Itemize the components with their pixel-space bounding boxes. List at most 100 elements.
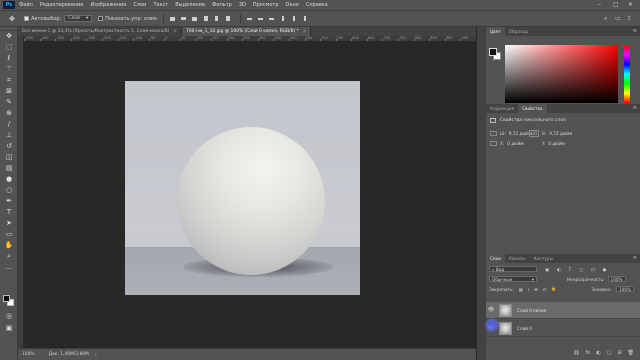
status-menu-arrow[interactable]: › [95,352,97,358]
lock-pixels-icon[interactable]: ∕ [528,287,529,292]
tab-document-1[interactable]: Без имени-1 @ 33,3% (Яркость/Контрастнос… [18,27,183,36]
more-tools-icon[interactable]: … [0,262,18,273]
align-top-icon[interactable] [169,15,176,22]
panel-menu-icon[interactable]: ≡ [633,255,637,261]
menu-select[interactable]: Выделение [175,2,205,8]
eyedropper-tool-icon[interactable]: ✎ [0,97,18,108]
magic-wand-tool-icon[interactable]: ⚚ [0,64,18,75]
link-dimensions-button[interactable]: GO [529,130,540,137]
menu-help[interactable]: Справка [306,2,328,8]
width-field[interactable]: Ш: 9,72 дюйм [490,131,532,136]
pen-tool-icon[interactable]: ✒ [0,196,18,207]
filter-smart-icon[interactable]: ⊡ [591,267,595,272]
menu-window[interactable]: Окно [286,2,299,8]
color-picker-field[interactable] [505,45,618,103]
layer-row-copy[interactable]: 👁 Слой 0 копия [486,302,640,319]
link-layers-icon[interactable]: ⛓ [573,350,579,356]
align-vcenter-icon[interactable] [180,15,187,22]
path-selection-tool-icon[interactable]: ➤ [0,218,18,229]
align-left-icon[interactable] [202,15,209,22]
hue-slider[interactable] [624,45,630,103]
close-window-button[interactable]: ✕ [628,1,633,8]
dodge-tool-icon[interactable]: ○ [0,185,18,196]
tab-swatches[interactable]: Образцы [505,27,533,36]
show-transform-checkbox[interactable] [98,16,104,21]
move-tool-icon[interactable]: ✥ [6,13,18,24]
new-group-icon[interactable]: ▢ [607,350,612,356]
canvas-area[interactable] [24,43,476,348]
brush-tool-icon[interactable]: ∕ [0,119,18,130]
blend-mode-dropdown[interactable]: Обычные ▾ [489,276,537,282]
y-field[interactable]: Y: 0 дюйм [542,141,565,146]
menu-image[interactable]: Изображение [90,2,126,8]
distribute-bottom-icon[interactable] [268,15,275,22]
menu-3d[interactable]: 3D [239,2,246,8]
eraser-tool-icon[interactable]: ◫ [0,152,18,163]
clone-stamp-tool-icon[interactable]: ⊥ [0,130,18,141]
autoselect-checkbox[interactable] [24,16,29,21]
menu-type[interactable]: Текст [153,2,168,8]
type-tool-icon[interactable]: T [0,207,18,218]
hand-tool-icon[interactable]: ✋ [0,240,18,251]
menu-edit[interactable]: Редактирование [40,2,84,8]
lock-position-icon[interactable]: ✥ [534,287,538,292]
zoom-level[interactable]: 100% [22,352,35,357]
healing-brush-tool-icon[interactable]: ⊕ [0,108,18,119]
filter-adjustment-icon[interactable]: ◐ [557,267,561,272]
distribute-right-icon[interactable] [301,15,308,22]
search-icon[interactable]: ⌕ [604,15,607,23]
rectangle-tool-icon[interactable]: ▭ [0,229,18,240]
layer-row-base[interactable]: 👁 Слой 0 [486,320,640,337]
foreground-color-swatch[interactable] [3,295,10,302]
screen-mode-icon[interactable]: ▣ [0,323,18,334]
distribute-top-icon[interactable] [246,15,253,22]
fx-icon[interactable]: fx [586,350,591,356]
maximize-button[interactable]: □ [613,1,619,8]
workspace-icon[interactable]: ▭ [615,15,621,22]
align-hcenter-icon[interactable] [213,15,220,22]
filter-shape-icon[interactable]: ▢ [579,267,583,272]
panel-menu-icon[interactable]: ≡ [633,28,637,34]
align-bottom-icon[interactable] [191,15,198,22]
lock-artboard-icon[interactable]: ⊡ [543,287,547,292]
history-brush-tool-icon[interactable]: ↺ [0,141,18,152]
filter-pixel-icon[interactable]: ▣ [545,267,549,272]
quick-mask-icon[interactable]: ◎ [0,311,18,322]
blur-tool-icon[interactable]: ● [0,174,18,185]
document-image[interactable] [125,81,360,295]
gradient-tool-icon[interactable]: ▤ [0,163,18,174]
crop-tool-icon[interactable]: ⌗ [0,75,18,86]
marquee-tool-icon[interactable]: ⬚ [0,42,18,53]
lock-all-icon[interactable]: 🔒 [551,286,556,292]
distribute-hcenter-icon[interactable] [290,15,297,22]
menu-layers[interactable]: Слои [133,2,146,8]
tab-color[interactable]: Цвет [486,27,505,36]
move-tool-icon[interactable]: ✥ [0,31,18,42]
close-icon[interactable]: × [303,29,307,34]
lasso-tool-icon[interactable]: ℓ [0,53,18,64]
layer-filter-dropdown[interactable]: ⌕ Вид [489,266,537,272]
eye-icon[interactable]: 👁 [486,307,496,313]
menu-view[interactable]: Просмотр [253,2,279,8]
frame-tool-icon[interactable]: ⊠ [0,86,18,97]
horizontal-ruler[interactable]: -450 -400 -350 -300 -250 -200 -150 -100 -50 0 50 10… [24,36,476,42]
menu-filter[interactable]: Фильтр [212,2,232,8]
minimize-button[interactable]: – [598,1,601,8]
height-field[interactable]: В: 9,72 дюйм [542,131,572,136]
filter-type-icon[interactable]: T [569,267,572,272]
share-icon[interactable]: ⇪ [627,15,632,22]
close-icon[interactable]: × [173,29,177,34]
tab-document-2[interactable]: 700-nw_1_10.jpg @ 100% (Слой 0 копия, RG… [182,27,312,36]
fill-input[interactable]: 100% [616,286,635,292]
adjustment-layer-icon[interactable]: ◐ [596,350,600,356]
x-field[interactable]: X: 0 дюйм [490,141,524,146]
foreground-color-swatch[interactable] [489,48,497,56]
new-layer-icon[interactable]: ⊞ [617,350,621,356]
tab-layers[interactable]: Слои [486,254,505,263]
zoom-tool-icon[interactable]: ⌕ [0,251,18,262]
filter-toggle-icon[interactable]: ● [603,267,607,272]
distribute-vcenter-icon[interactable] [257,15,264,22]
autoselect-dropdown[interactable]: Слой ▾ [64,15,93,22]
align-right-icon[interactable] [224,15,231,22]
distribute-left-icon[interactable] [279,15,286,22]
